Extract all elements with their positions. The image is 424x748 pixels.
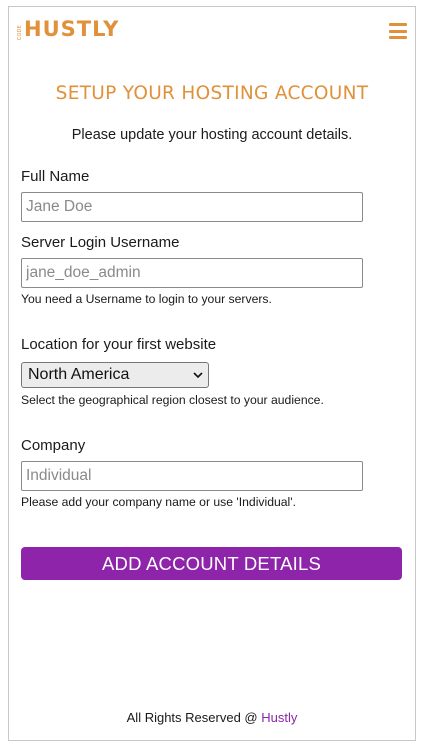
add-account-details-button[interactable]: ADD ACCOUNT DETAILS	[21, 547, 402, 580]
username-help: You need a Username to login to your ser…	[21, 292, 272, 306]
username-label: Server Login Username	[21, 234, 180, 251]
hustly-logo[interactable]: CODE HUSTLY	[17, 17, 120, 41]
company-input[interactable]	[21, 461, 363, 491]
footer-text: All Rights Reserved @	[126, 710, 262, 725]
location-help: Select the geographical region closest t…	[21, 393, 324, 407]
footer-hustly-link[interactable]: Hustly	[261, 710, 297, 725]
full-name-input[interactable]	[21, 192, 363, 222]
page-subtitle: Please update your hosting account detai…	[71, 127, 353, 143]
hamburger-icon[interactable]	[389, 23, 407, 39]
logo-text: HUSTLY	[24, 17, 120, 41]
company-help: Please add your company name or use 'Ind…	[21, 495, 296, 509]
footer: All Rights Reserved @ Hustly	[9, 710, 415, 725]
page-frame: CODE HUSTLY SETUP YOUR HOSTING ACCOUNT P…	[8, 6, 416, 741]
username-input[interactable]	[21, 258, 363, 288]
menu-bar	[389, 29, 407, 33]
full-name-label: Full Name	[21, 168, 90, 185]
location-label: Location for your first website	[21, 336, 217, 353]
logo-tag: CODE	[17, 24, 23, 40]
location-select[interactable]: North America	[21, 362, 209, 388]
location-selected-value: North America	[28, 366, 130, 383]
chevron-down-icon	[193, 372, 203, 379]
company-label: Company	[21, 437, 86, 454]
menu-bar	[389, 36, 407, 39]
page-title: SETUP YOUR HOSTING ACCOUNT	[55, 83, 369, 104]
header: CODE HUSTLY	[9, 7, 415, 57]
menu-bar	[389, 23, 407, 26]
